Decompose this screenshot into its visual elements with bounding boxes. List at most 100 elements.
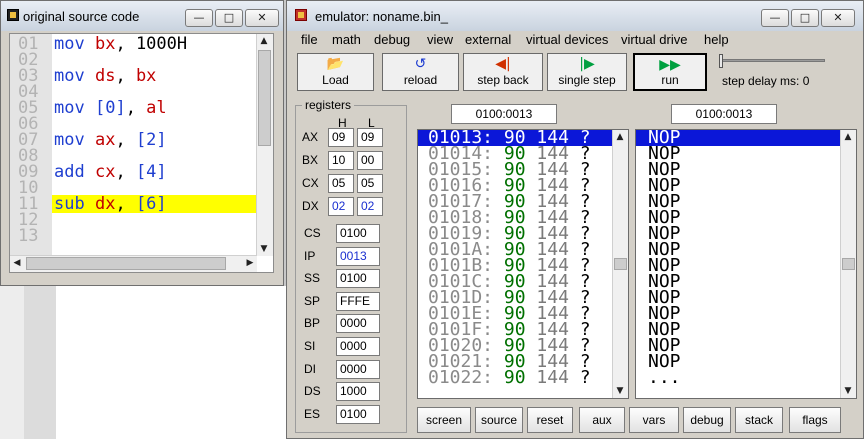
step-back-button[interactable]: ◀| step back: [463, 53, 543, 91]
slider-thumb[interactable]: [719, 54, 723, 68]
disassembly-scrollbar[interactable]: ▲ ▼: [840, 130, 856, 398]
disassembly-scroll-thumb[interactable]: [842, 258, 855, 270]
menu-external[interactable]: external: [465, 32, 511, 47]
load-button[interactable]: 📂 Load: [297, 53, 374, 91]
reload-button[interactable]: ↺ reload: [382, 53, 459, 91]
code-line[interactable]: mov ds, bx: [54, 66, 156, 86]
maximize-button[interactable]: □: [215, 9, 243, 27]
register-label: CX: [302, 176, 319, 190]
run-button[interactable]: ▶▶ run: [633, 53, 707, 91]
minimize-button[interactable]: —: [185, 9, 213, 27]
register-cx-low[interactable]: 05: [357, 174, 383, 193]
disassembly-row[interactable]: ...: [648, 369, 681, 387]
source-button[interactable]: source: [475, 407, 523, 433]
minimize-button[interactable]: —: [761, 9, 789, 27]
register-label: CS: [304, 226, 321, 240]
scroll-down-icon[interactable]: ▼: [613, 384, 627, 398]
scroll-left-icon[interactable]: ◀: [10, 256, 24, 270]
scroll-up-icon[interactable]: ▲: [257, 34, 271, 48]
step-delay-slider[interactable]: [719, 53, 829, 73]
code-line[interactable]: mov ax, [2]: [54, 130, 167, 150]
code-line[interactable]: add cx, [4]: [54, 162, 167, 182]
code-operand: bx: [135, 66, 157, 86]
code-line[interactable]: sub dx, [6]: [54, 194, 167, 214]
register-bx-high[interactable]: 10: [328, 151, 354, 170]
code-operand: [0]: [94, 98, 126, 118]
menu-debug[interactable]: debug: [374, 32, 410, 47]
emulator-titlebar[interactable]: emulator: noname.bin_ — □ ✕: [287, 1, 863, 31]
close-button[interactable]: ✕: [245, 9, 279, 27]
code-operand: ds: [94, 66, 116, 86]
line-number: 13: [18, 226, 39, 246]
single-step-icon: |▶: [579, 56, 595, 72]
menu-help[interactable]: help: [704, 32, 729, 47]
source-horizontal-scrollbar[interactable]: ◀ ▶: [10, 255, 257, 272]
code-separator: ,: [115, 162, 136, 182]
menu-virtual-drive[interactable]: virtual drive: [621, 32, 687, 47]
code-separator: ,: [125, 98, 147, 118]
menu-file[interactable]: file: [301, 32, 318, 47]
menu-virtual-devices[interactable]: virtual devices: [526, 32, 608, 47]
scroll-up-icon[interactable]: ▲: [841, 130, 855, 144]
code-mnemonic: mov: [54, 130, 85, 150]
source-vertical-scrollbar[interactable]: ▲ ▼: [256, 34, 273, 256]
register-cs[interactable]: 0100: [336, 224, 380, 243]
scroll-thumb[interactable]: [258, 50, 271, 146]
menu-view[interactable]: view: [427, 32, 453, 47]
scroll-right-icon[interactable]: ▶: [243, 256, 257, 270]
memory-row[interactable]: 01022: 90 144 ?: [428, 367, 591, 388]
register-ax-high[interactable]: 09: [328, 128, 354, 147]
stack-button[interactable]: stack: [735, 407, 783, 433]
close-button[interactable]: ✕: [821, 9, 855, 27]
memory-char-value: ?: [579, 367, 591, 388]
disassembly-address-field[interactable]: 0100:0013: [671, 104, 777, 124]
menu-math[interactable]: math: [332, 32, 361, 47]
register-sp[interactable]: FFFE: [336, 291, 380, 311]
memory-scrollbar[interactable]: ▲ ▼: [612, 130, 628, 398]
screen-button[interactable]: screen: [417, 407, 471, 433]
code-operand: al: [146, 98, 167, 118]
step-delay-label: step delay ms: 0: [722, 74, 810, 88]
reset-button[interactable]: reset: [527, 407, 573, 433]
register-ax-low[interactable]: 09: [357, 128, 383, 147]
flags-button[interactable]: flags: [789, 407, 841, 433]
hscroll-thumb[interactable]: [26, 257, 226, 270]
register-label: DI: [304, 361, 316, 376]
register-dx-high[interactable]: 02: [328, 197, 354, 216]
reload-icon: ↺: [414, 56, 427, 72]
single-step-button[interactable]: |▶ single step: [547, 53, 627, 91]
register-es[interactable]: 0100: [336, 404, 380, 424]
maximize-button[interactable]: □: [791, 9, 819, 27]
register-label: BP: [304, 316, 321, 331]
code-operand: ax: [94, 130, 116, 150]
debug-button[interactable]: debug: [683, 407, 731, 433]
register-di[interactable]: 0000: [336, 359, 380, 379]
register-bp[interactable]: 0000: [336, 314, 380, 334]
register-ss[interactable]: 0100: [336, 269, 380, 289]
memory-list[interactable]: 01013: 90 144 ? 01014: 90 144 ? 01015: 90 …: [417, 129, 629, 399]
code-separator: ,: [115, 194, 136, 214]
aux-button[interactable]: aux: [579, 407, 625, 433]
code-line[interactable]: mov [0], al: [54, 98, 167, 118]
register-cx-high[interactable]: 05: [328, 174, 354, 193]
code-line[interactable]: mov bx, 1000H: [54, 34, 187, 54]
disassembly-list[interactable]: NOP NOP NOP NOP NOP NOP NOP NOP NOP NOP NOP NOP NOP N…: [635, 129, 857, 399]
register-bx-low[interactable]: 00: [357, 151, 383, 170]
register-label: ES: [304, 406, 321, 421]
register-label: AX: [302, 130, 319, 144]
code-operand: dx: [94, 194, 116, 214]
source-window: original source code — □ ✕ 01 02 03 04 05 06 0…: [0, 0, 284, 286]
register-ds[interactable]: 1000: [336, 382, 380, 402]
scroll-up-icon[interactable]: ▲: [613, 130, 627, 144]
register-ip[interactable]: 0013: [336, 246, 380, 266]
source-editor[interactable]: 01 02 03 04 05 06 07 08 09 10 11 12 13 mov bx, 1000H…: [9, 33, 274, 273]
register-dx-low[interactable]: 02: [357, 197, 383, 216]
register-si[interactable]: 0000: [336, 337, 380, 356]
vars-button[interactable]: vars: [629, 407, 679, 433]
code-operand: [4]: [135, 162, 167, 182]
source-titlebar[interactable]: original source code — □ ✕: [1, 1, 283, 31]
scroll-down-icon[interactable]: ▼: [841, 384, 855, 398]
memory-address-field[interactable]: 0100:0013: [451, 104, 557, 124]
memory-scroll-thumb[interactable]: [614, 258, 627, 270]
scroll-down-icon[interactable]: ▼: [257, 242, 271, 256]
